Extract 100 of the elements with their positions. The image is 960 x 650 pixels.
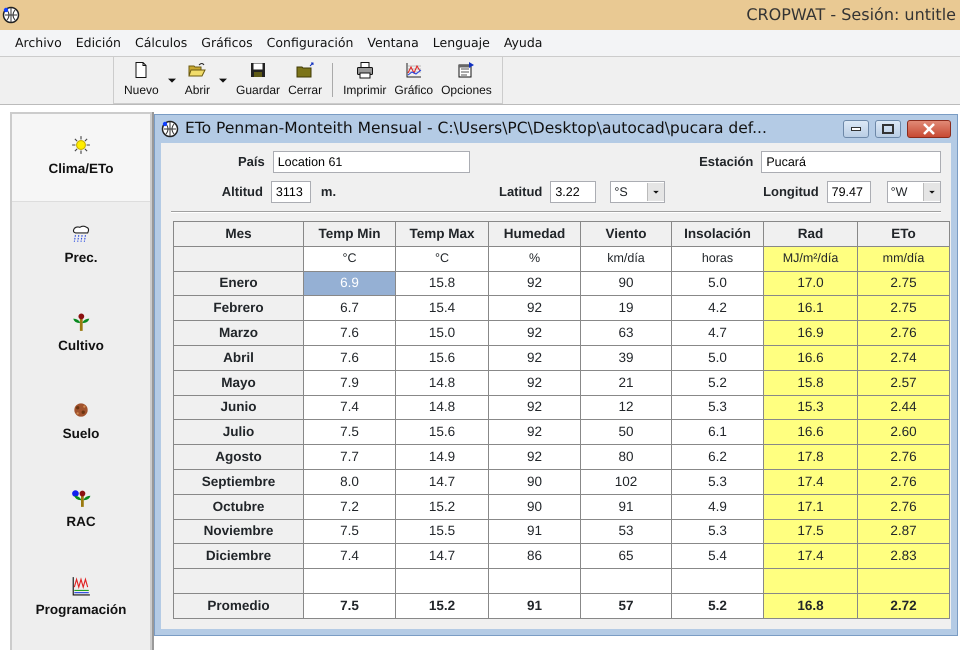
menu-item[interactable]: Ventana <box>360 32 426 54</box>
table-cell[interactable]: 50 <box>580 420 672 445</box>
table-cell[interactable]: 91 <box>580 494 672 520</box>
table-cell[interactable]: 15.6 <box>396 345 488 370</box>
table-cell[interactable]: 5.3 <box>672 469 764 494</box>
table-cell[interactable]: 92 <box>488 420 580 445</box>
toolbar-button[interactable]: Cerrar <box>284 57 326 103</box>
table-cell[interactable]: 15.4 <box>396 296 488 321</box>
altitude-field[interactable]: 3113 <box>270 181 311 203</box>
table-cell[interactable]: 7.6 <box>304 320 396 346</box>
table-cell[interactable]: 7.6 <box>304 345 396 370</box>
table-cell[interactable]: 2.75 <box>858 296 950 321</box>
table-cell[interactable]: 5.4 <box>672 544 764 569</box>
table-cell[interactable]: 16.6 <box>764 420 858 445</box>
table-cell[interactable]: 5.3 <box>672 519 764 544</box>
table-cell[interactable]: 92 <box>488 370 580 396</box>
table-cell[interactable]: 6.1 <box>672 420 764 445</box>
toolbar-button[interactable]: Guardar <box>232 57 284 103</box>
table-cell[interactable]: 92 <box>488 296 580 321</box>
table-cell[interactable]: 7.5 <box>304 519 396 544</box>
table-cell[interactable]: 2.57 <box>858 370 950 396</box>
toolbar-button[interactable]: Nuevo <box>120 57 163 103</box>
table-cell[interactable]: 7.4 <box>304 395 396 420</box>
menu-item[interactable]: Configuración <box>260 32 360 54</box>
table-cell[interactable]: 17.4 <box>764 544 858 569</box>
table-cell[interactable]: 5.3 <box>672 395 764 420</box>
table-cell[interactable]: 15.2 <box>396 494 488 520</box>
table-cell[interactable]: 17.1 <box>764 494 858 520</box>
table-cell[interactable]: 2.76 <box>858 320 950 346</box>
menu-item[interactable]: Gráficos <box>194 32 260 54</box>
table-cell[interactable]: 92 <box>488 444 580 470</box>
table-cell[interactable]: 5.0 <box>672 271 764 296</box>
table-cell[interactable]: 15.8 <box>764 370 858 396</box>
table-cell[interactable]: 14.8 <box>396 370 488 396</box>
table-cell[interactable]: 2.76 <box>858 469 950 494</box>
table-cell[interactable]: 6.7 <box>304 296 396 321</box>
close-button[interactable] <box>907 120 951 138</box>
table-cell[interactable]: 2.75 <box>858 271 950 296</box>
sidebar-item[interactable]: Clima/ETo <box>12 114 150 202</box>
table-cell[interactable]: 17.8 <box>764 444 858 470</box>
table-cell[interactable]: 2.83 <box>858 544 950 569</box>
table-cell[interactable]: 90 <box>488 494 580 520</box>
table-cell[interactable]: 7.7 <box>304 444 396 470</box>
menu-item[interactable]: Edición <box>68 32 128 54</box>
table-cell[interactable]: 2.60 <box>858 420 950 445</box>
table-cell[interactable]: 2.44 <box>858 395 950 420</box>
table-cell[interactable]: 86 <box>488 544 580 569</box>
toolbar-button[interactable]: Opciones <box>437 57 496 103</box>
table-cell[interactable]: 63 <box>580 320 672 346</box>
hemisphere-dropdown[interactable]: °W <box>886 181 941 203</box>
table-cell[interactable]: 7.2 <box>304 494 396 520</box>
menu-item[interactable]: Lenguaje <box>426 32 497 54</box>
latitude-field[interactable]: 3.22 <box>550 181 596 203</box>
table-cell[interactable]: 16.9 <box>764 320 858 346</box>
table-cell[interactable]: 16.6 <box>764 345 858 370</box>
table-cell[interactable]: 8.0 <box>304 469 396 494</box>
table-cell[interactable]: 4.2 <box>672 296 764 321</box>
table-cell[interactable]: 17.4 <box>764 469 858 494</box>
table-cell[interactable]: 39 <box>580 345 672 370</box>
table-cell[interactable]: 65 <box>580 544 672 569</box>
menu-item[interactable]: Ayuda <box>496 32 550 54</box>
table-cell[interactable]: 5.2 <box>672 370 764 396</box>
table-cell[interactable]: 2.74 <box>858 345 950 370</box>
table-cell[interactable]: 6.2 <box>672 444 764 470</box>
table-cell[interactable]: 90 <box>580 271 672 296</box>
toolbar-button[interactable]: Gráfico <box>390 57 438 103</box>
longitude-field[interactable]: 79.47 <box>826 181 871 203</box>
toolbar-button[interactable]: Abrir <box>180 57 214 103</box>
menu-item[interactable]: Archivo <box>8 32 69 54</box>
table-cell[interactable]: 2.76 <box>858 494 950 520</box>
table-cell[interactable]: 53 <box>580 519 672 544</box>
table-cell[interactable]: 102 <box>580 469 672 494</box>
table-cell[interactable]: 17.5 <box>764 519 858 544</box>
table-cell[interactable]: 91 <box>488 519 580 544</box>
table-cell[interactable]: 2.76 <box>858 444 950 470</box>
country-field[interactable]: Location 61 <box>272 151 470 173</box>
maximize-button[interactable] <box>875 120 901 138</box>
table-cell[interactable]: 14.8 <box>396 395 488 420</box>
table-cell[interactable]: 4.9 <box>672 494 764 520</box>
table-cell[interactable]: 14.7 <box>396 544 488 569</box>
table-cell[interactable]: 15.3 <box>764 395 858 420</box>
table-cell[interactable]: 92 <box>488 395 580 420</box>
table-cell[interactable]: 21 <box>580 370 672 396</box>
table-cell[interactable]: 15.5 <box>396 519 488 544</box>
table-cell[interactable]: 14.9 <box>396 444 488 470</box>
hemisphere-dropdown[interactable]: °S <box>610 181 665 203</box>
table-cell[interactable]: 15.8 <box>396 271 488 296</box>
table-cell[interactable]: 7.4 <box>304 544 396 569</box>
table-cell[interactable]: 92 <box>488 345 580 370</box>
table-cell[interactable]: 90 <box>488 469 580 494</box>
table-cell[interactable]: 92 <box>488 271 580 296</box>
table-cell[interactable]: 17.0 <box>764 271 858 296</box>
toolbar-button[interactable]: Imprimir <box>339 57 390 103</box>
table-cell[interactable]: 7.9 <box>304 370 396 396</box>
table-cell[interactable]: 80 <box>580 444 672 470</box>
table-cell[interactable]: 5.0 <box>672 345 764 370</box>
table-cell[interactable]: 19 <box>580 296 672 321</box>
table-cell[interactable]: 7.5 <box>304 420 396 445</box>
table-cell[interactable]: 92 <box>488 320 580 346</box>
table-cell[interactable]: 15.6 <box>396 420 488 445</box>
